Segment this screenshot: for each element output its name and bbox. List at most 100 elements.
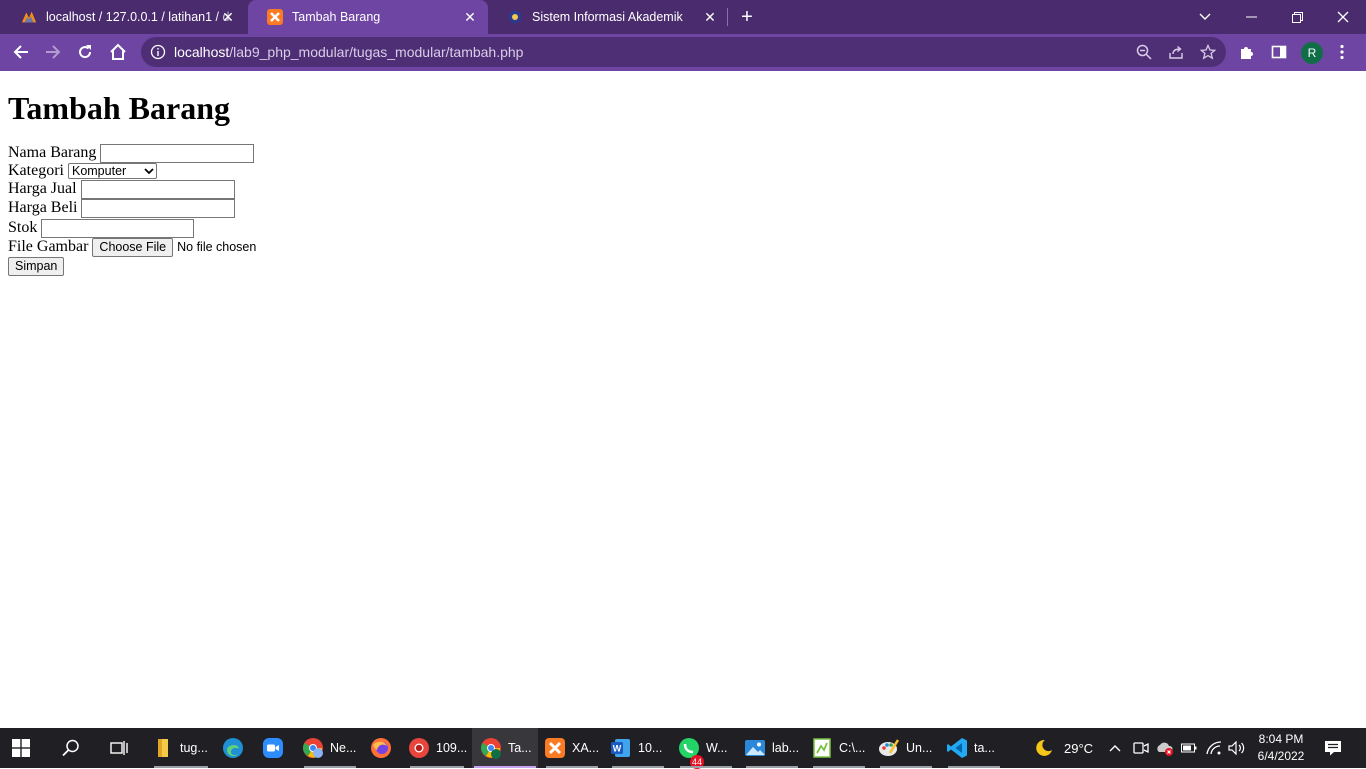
xampp-favicon-icon [267, 9, 283, 25]
forward-arrow-icon[interactable] [39, 38, 67, 66]
browser-toolbar: localhost/lab9_php_modular/tugas_modular… [0, 34, 1366, 71]
kategori-row: Kategori Komputer [8, 161, 157, 181]
taskbar-app-label: Ne... [330, 741, 357, 755]
browser-tab-strip: localhost / 127.0.0.1 / latihan1 / d ✕ T… [0, 0, 1366, 34]
side-panel-icon[interactable] [1270, 43, 1288, 61]
file-gambar-row: File Gambar Choose File No file chosen [8, 237, 256, 257]
url-path: /lab9_php_modular/tugas_modular/tambah.p… [229, 44, 524, 60]
extensions-puzzle-icon[interactable] [1238, 43, 1256, 61]
taskbar-app-zoom[interactable] [262, 728, 284, 768]
taskbar-app-label: Un... [906, 741, 933, 755]
taskbar-app-notepad[interactable]: C:\... [811, 728, 867, 768]
close-window-icon[interactable] [1320, 0, 1366, 34]
zoom-icon [262, 737, 284, 759]
tab-sistem-informasi-akademik[interactable]: Sistem Informasi Akademik ✕ [488, 0, 728, 34]
phpmyadmin-icon [21, 9, 37, 25]
svg-text:W: W [613, 744, 622, 754]
battery-icon[interactable] [1181, 728, 1197, 768]
meet-now-icon[interactable] [1133, 728, 1149, 768]
close-tab-icon[interactable]: ✕ [220, 9, 236, 25]
tab-title: localhost / 127.0.0.1 / latihan1 / d [46, 10, 230, 24]
tab-search-chevron-icon[interactable] [1182, 0, 1228, 34]
kategori-select[interactable]: Komputer [67, 163, 157, 179]
taskbar-app-edge[interactable] [222, 728, 244, 768]
taskbar-app-label: XA... [572, 741, 600, 755]
show-hidden-icons-chevron-icon[interactable] [1109, 728, 1121, 768]
reload-icon[interactable] [71, 38, 99, 66]
firefox-icon [370, 737, 392, 759]
zoom-icon[interactable] [1136, 44, 1152, 60]
close-tab-icon[interactable]: ✕ [462, 9, 478, 25]
clock-time: 8:04 PM [1258, 732, 1304, 746]
chrome-icon [480, 737, 502, 759]
temperature-text: 29°C [1064, 740, 1094, 756]
url-text: localhost/lab9_php_modular/tugas_modular… [174, 44, 523, 60]
taskbar-app-label: 109... [436, 741, 468, 755]
harga-jual-input[interactable] [80, 179, 235, 199]
university-logo-icon [507, 9, 523, 25]
stok-row: Stok [8, 218, 195, 238]
photos-icon [744, 737, 766, 759]
task-view-icon[interactable] [110, 728, 128, 768]
taskbar-app-label: ta... [974, 741, 995, 755]
tab-phpmyadmin[interactable]: localhost / 127.0.0.1 / latihan1 / d ✕ [2, 0, 246, 34]
onedrive-icon[interactable] [1155, 728, 1175, 768]
new-tab-icon[interactable]: + [737, 7, 757, 27]
folder-icon [152, 737, 174, 759]
taskbar-app-chrome-red[interactable]: 109... [408, 728, 468, 768]
tab-separator [727, 8, 728, 26]
page-content: Tambah Barang Nama Barang Kategori Kompu… [0, 71, 1366, 728]
taskbar-app-word[interactable]: W 10... [610, 728, 666, 768]
close-tab-icon[interactable]: ✕ [702, 9, 718, 25]
taskbar-app-explorer[interactable]: tug... [152, 728, 210, 768]
taskbar-app-label: lab... [772, 741, 800, 755]
harga-beli-row: Harga Beli [8, 198, 236, 218]
taskbar-app-chrome-active[interactable]: Ta... [472, 728, 538, 768]
home-icon[interactable] [104, 38, 132, 66]
system-clock[interactable]: 8:04 PM 6/4/2022 [1252, 731, 1310, 765]
taskbar-app-xampp[interactable]: XA... [544, 728, 600, 768]
weather-widget[interactable]: 29°C [1032, 728, 1093, 768]
minimize-icon[interactable] [1228, 0, 1274, 34]
taskbar-app-vscode[interactable]: ta... [946, 728, 1002, 768]
submit-row: Simpan [8, 256, 65, 276]
taskbar-app-photos[interactable]: lab... [744, 728, 800, 768]
bookmark-star-icon[interactable] [1199, 43, 1217, 60]
choose-file-button[interactable]: Choose File [92, 237, 174, 257]
taskbar-app-firefox[interactable] [370, 728, 392, 768]
chrome-profile-icon [302, 737, 324, 759]
site-info-icon[interactable] [150, 44, 166, 60]
stok-input[interactable] [41, 218, 195, 238]
search-icon[interactable] [62, 728, 80, 768]
windows-start-icon[interactable] [12, 728, 30, 768]
taskbar-app-chrome-profile[interactable]: Ne... [302, 728, 358, 768]
file-gambar-label: File Gambar [8, 238, 89, 255]
tab-tambah-barang[interactable]: Tambah Barang ✕ [248, 0, 488, 34]
volume-icon[interactable] [1228, 728, 1246, 768]
taskbar-app-label: tug... [180, 741, 208, 755]
notification-center-icon[interactable] [1324, 728, 1342, 768]
windows-taskbar: tug... Ne... 109... Ta... XA... W 10... … [0, 728, 1366, 769]
taskbar-app-label: W... [706, 741, 728, 755]
harga-jual-label: Harga Jual [8, 180, 77, 197]
page-title: Tambah Barang [8, 90, 230, 126]
address-bar[interactable]: localhost/lab9_php_modular/tugas_modular… [141, 37, 1226, 67]
no-file-chosen-text: No file chosen [177, 240, 257, 254]
taskbar-app-whatsapp[interactable]: 44 W... [678, 728, 734, 769]
kategori-selected-value: Komputer [71, 164, 127, 178]
chrome-menu-icon[interactable] [1333, 43, 1351, 61]
profile-avatar[interactable]: R [1301, 42, 1323, 64]
tab-title: Sistem Informasi Akademik [532, 10, 683, 24]
wifi-icon[interactable] [1206, 728, 1222, 768]
nama-barang-label: Nama Barang [8, 144, 97, 161]
harga-beli-input[interactable] [81, 198, 236, 218]
stok-label: Stok [8, 219, 38, 236]
simpan-button[interactable]: Simpan [8, 256, 65, 276]
nama-barang-input[interactable] [100, 143, 255, 163]
chevron-down-icon [144, 164, 154, 178]
back-arrow-icon[interactable] [7, 38, 35, 66]
edge-icon [222, 737, 244, 759]
share-icon[interactable] [1168, 44, 1184, 60]
taskbar-app-paint[interactable]: Un... [878, 728, 934, 768]
restore-icon[interactable] [1274, 0, 1320, 34]
